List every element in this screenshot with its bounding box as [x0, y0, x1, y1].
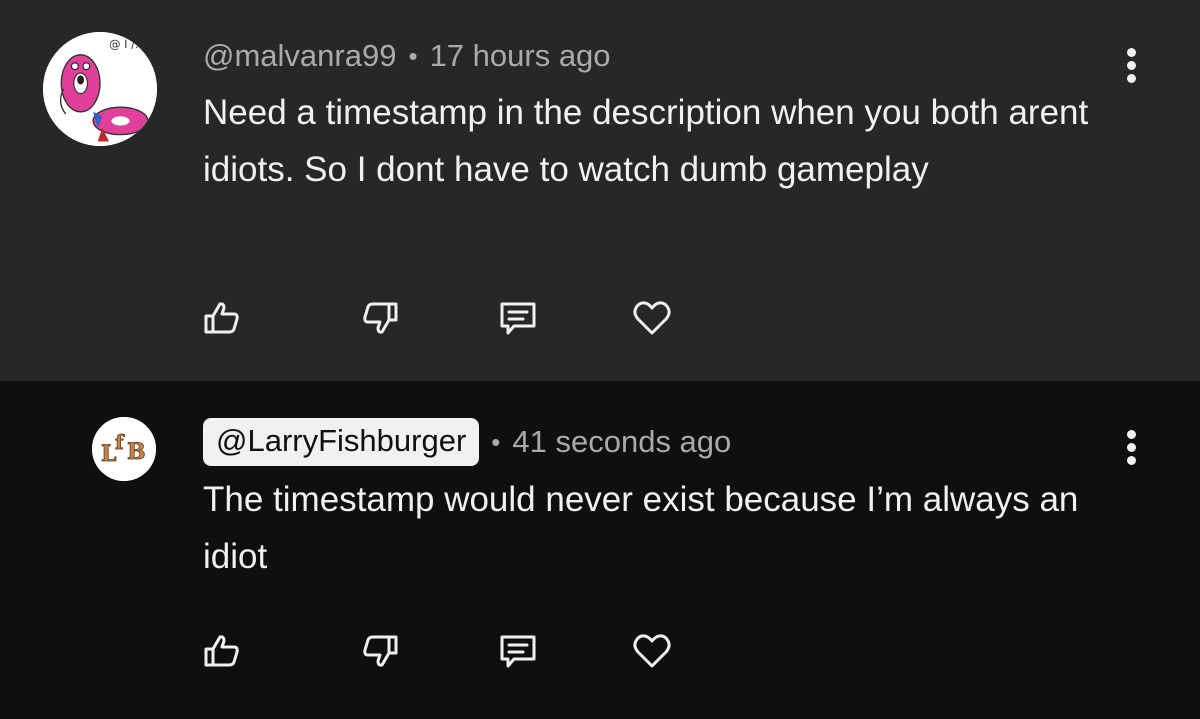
dislike-button[interactable]	[358, 296, 402, 340]
avatar[interactable]: @ I /.	[43, 32, 157, 146]
heart-button[interactable]	[630, 296, 674, 340]
svg-text:@ I /.: @ I /.	[109, 37, 138, 51]
donut-character-icon: @ I /.	[43, 32, 157, 146]
dot-icon	[1127, 74, 1136, 83]
comment-timestamp[interactable]: 41 seconds ago	[512, 424, 731, 460]
comment-actions	[200, 296, 700, 340]
comment-text: The timestamp would never exist because …	[203, 480, 1079, 576]
like-button[interactable]	[200, 296, 244, 340]
meta-separator: •	[491, 426, 501, 457]
comment-timestamp[interactable]: 17 hours ago	[430, 38, 611, 74]
heart-icon	[633, 301, 671, 335]
dislike-button[interactable]	[358, 629, 402, 673]
heart-icon	[633, 634, 671, 668]
comment-text: Need a timestamp in the description when…	[203, 93, 1089, 189]
dot-icon	[1127, 443, 1136, 452]
more-options-button[interactable]	[1120, 48, 1144, 88]
meta-separator: •	[408, 40, 418, 71]
dot-icon	[1127, 456, 1136, 465]
reply-comment-card: L f B @LarryFishburger • 41 seconds ago …	[0, 381, 1200, 719]
avatar[interactable]: L f B	[92, 417, 156, 481]
more-options-button[interactable]	[1120, 430, 1144, 470]
thumbs-down-icon	[363, 635, 398, 667]
comment-author-highlighted[interactable]: @LarryFishburger	[203, 418, 480, 466]
thumbs-up-icon	[204, 635, 239, 667]
reply-icon	[500, 635, 536, 668]
svg-text:B: B	[127, 439, 146, 465]
comment-actions	[200, 629, 700, 673]
comment-meta: @LarryFishburger • 41 seconds ago	[203, 417, 731, 467]
dot-icon	[1127, 48, 1136, 57]
comment-card: @ I /. @malvanra99 • 17 hours ago Need a…	[0, 0, 1200, 381]
heart-button[interactable]	[630, 629, 674, 673]
svg-text:f: f	[115, 430, 125, 454]
dot-icon	[1127, 61, 1136, 70]
reply-button[interactable]	[496, 629, 540, 673]
like-button[interactable]	[200, 629, 244, 673]
lfb-logo-icon: L f B	[92, 417, 156, 481]
reply-icon	[500, 302, 536, 335]
comment-meta: @malvanra99 • 17 hours ago	[203, 36, 611, 76]
comment-author[interactable]: @malvanra99	[203, 38, 396, 74]
thumbs-down-icon	[363, 302, 398, 334]
thumbs-up-icon	[204, 302, 239, 334]
reply-button[interactable]	[496, 296, 540, 340]
dot-icon	[1127, 430, 1136, 439]
